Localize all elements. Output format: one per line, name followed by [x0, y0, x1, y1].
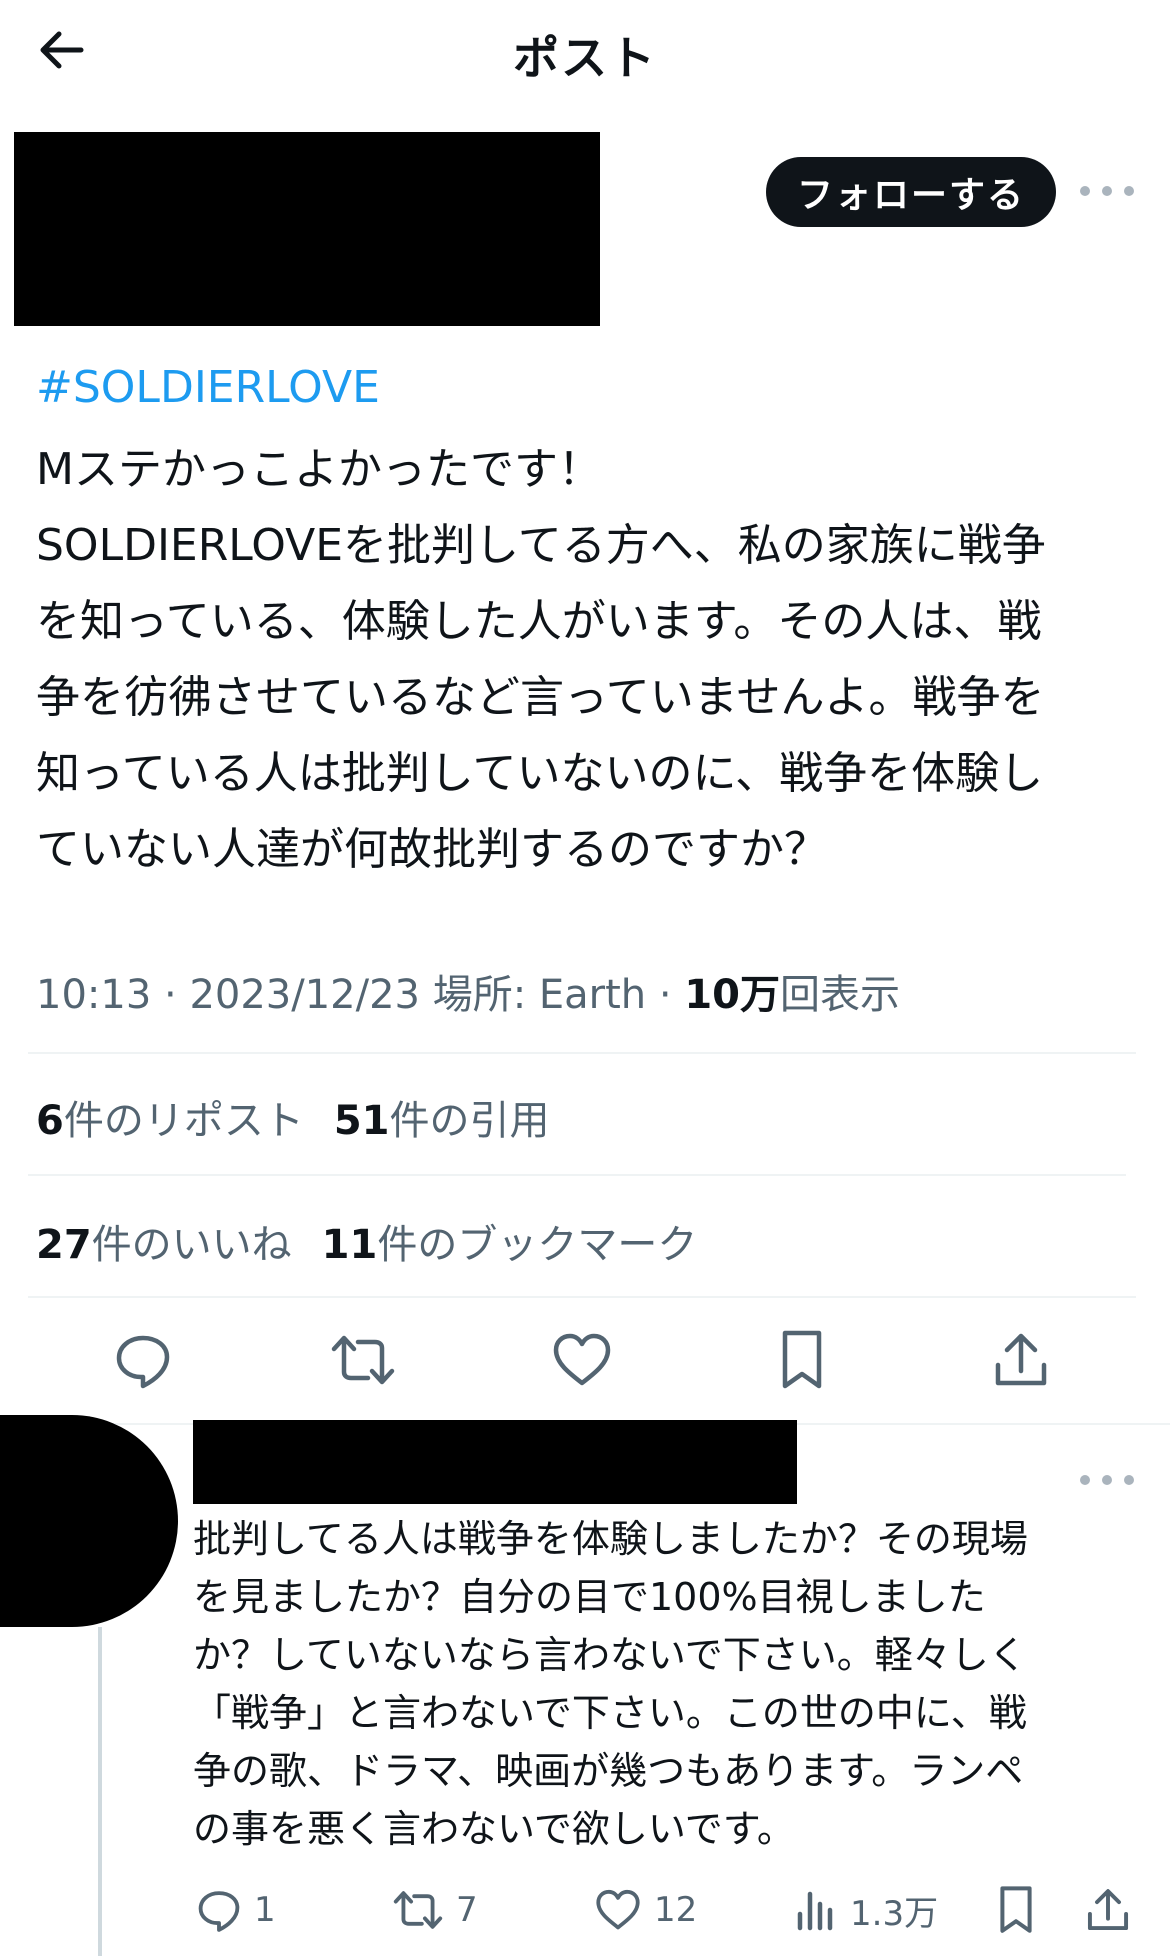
reply-like-button[interactable]: 12 [594, 1880, 697, 1940]
post-text-line: 知っている人は批判していないのに、戦争を体験し [36, 748, 1044, 799]
redacted-author-block [14, 132, 600, 326]
post-text-line: を知っている、体験した人がいます。その人は、戦 [36, 596, 1042, 647]
post-text-line: Mステかっこよかったです！ [36, 444, 602, 495]
divider [28, 1296, 1136, 1298]
views-bar-chart-icon [797, 1891, 833, 1931]
top-bar: ポスト [0, 0, 1170, 100]
views-label: 回表示 [780, 972, 900, 1018]
follow-button[interactable]: フォローする [766, 157, 1056, 227]
reposts-stat[interactable]: 6件のリポスト [36, 1098, 304, 1144]
post-date[interactable]: 2023/12/23 [189, 972, 420, 1018]
reply-reply-button[interactable]: 1 [196, 1880, 276, 1940]
post-time[interactable]: 10:13 [36, 972, 151, 1018]
heart-icon [553, 1333, 611, 1386]
repost-button[interactable] [328, 1325, 398, 1395]
views-count: 10万 [684, 972, 780, 1018]
heart-icon [596, 1889, 640, 1930]
reply-views-button[interactable]: 1.3万 [794, 1880, 938, 1940]
divider [28, 1174, 1126, 1176]
bookmark-icon [1000, 1886, 1032, 1933]
post-action-bar [0, 1325, 1170, 1395]
reply-bookmark-button[interactable] [996, 1880, 1036, 1940]
bookmark-button[interactable] [767, 1325, 837, 1395]
reply-text-line: か？していないなら言わないで下さい。軽々しく [193, 1633, 1027, 1677]
reply-button[interactable] [108, 1325, 178, 1395]
reply-text-line: 批判してる人は戦争を体験しましたか？その現場 [193, 1517, 1028, 1561]
post-text-line: ていない人達が何故批判するのですか？ [36, 824, 828, 875]
repost-icon [331, 1335, 395, 1385]
share-icon [995, 1333, 1047, 1386]
more-options-button[interactable] [1080, 176, 1134, 206]
hashtag-link[interactable]: #SOLDIERLOVE [36, 362, 380, 413]
post-location: 場所: Earth [432, 972, 647, 1018]
like-bookmark-stats: 27件のいいね 11件のブックマーク [36, 1212, 697, 1270]
reply-like-count: 12 [654, 1890, 698, 1930]
redacted-reply-author [193, 1420, 797, 1504]
quotes-stat[interactable]: 51件の引用 [334, 1098, 550, 1144]
repost-quote-stats: 6件のリポスト 51件の引用 [36, 1088, 550, 1146]
reply-text-line: の事を悪く言わないで欲しいです。 [193, 1807, 795, 1851]
reply-text-line: 「戦争」と言わないで下さい。この世の中に、戦 [193, 1691, 1027, 1735]
divider [28, 1052, 1136, 1054]
reply-text-line: を見ましたか？自分の目で100%目視しました [193, 1575, 986, 1619]
reply-views-count: 1.3万 [850, 1893, 939, 1934]
share-icon [1087, 1889, 1129, 1931]
reply-more-options-button[interactable] [1080, 1465, 1134, 1495]
share-button[interactable] [986, 1325, 1056, 1395]
post-meta: 10:13 · 2023/12/23 場所: Earth · 10万回表示 [36, 972, 900, 1018]
reply-icon [198, 1891, 240, 1932]
reply-repost-count: 7 [456, 1890, 478, 1930]
reply-share-button[interactable] [1086, 1880, 1130, 1940]
reply-text: 批判してる人は戦争を体験しましたか？その現場 を見ましたか？自分の目で100%目… [193, 1510, 1153, 1858]
more-dots-icon [1080, 1475, 1090, 1485]
bookmark-icon [782, 1330, 822, 1389]
repost-icon [393, 1891, 443, 1929]
more-dots-icon [1080, 186, 1090, 196]
bookmarks-stat[interactable]: 11件のブックマーク [322, 1222, 698, 1268]
page-title: ポスト [513, 31, 657, 85]
reply-repost-button[interactable]: 7 [392, 1880, 478, 1940]
reply-avatar[interactable] [0, 1415, 178, 1627]
post-text-line: 争を彷彿させているなど言っていませんよ。戦争を [36, 672, 1045, 723]
post-text: Mステかっこよかったです！ SOLDIERLOVEを批判してる方へ、私の家族に戦… [36, 432, 1146, 888]
reply-action-bar: 1 7 12 1.3万 [0, 1880, 1170, 1940]
reply-icon [116, 1335, 170, 1389]
like-button[interactable] [547, 1325, 617, 1395]
reply-count: 1 [254, 1890, 276, 1930]
likes-stat[interactable]: 27件のいいね [36, 1222, 292, 1268]
post-text-line: SOLDIERLOVEを批判してる方へ、私の家族に戦争 [36, 520, 1046, 571]
reply-text-line: 争の歌、ドラマ、映画が幾つもあります。ランペ [193, 1749, 1024, 1793]
